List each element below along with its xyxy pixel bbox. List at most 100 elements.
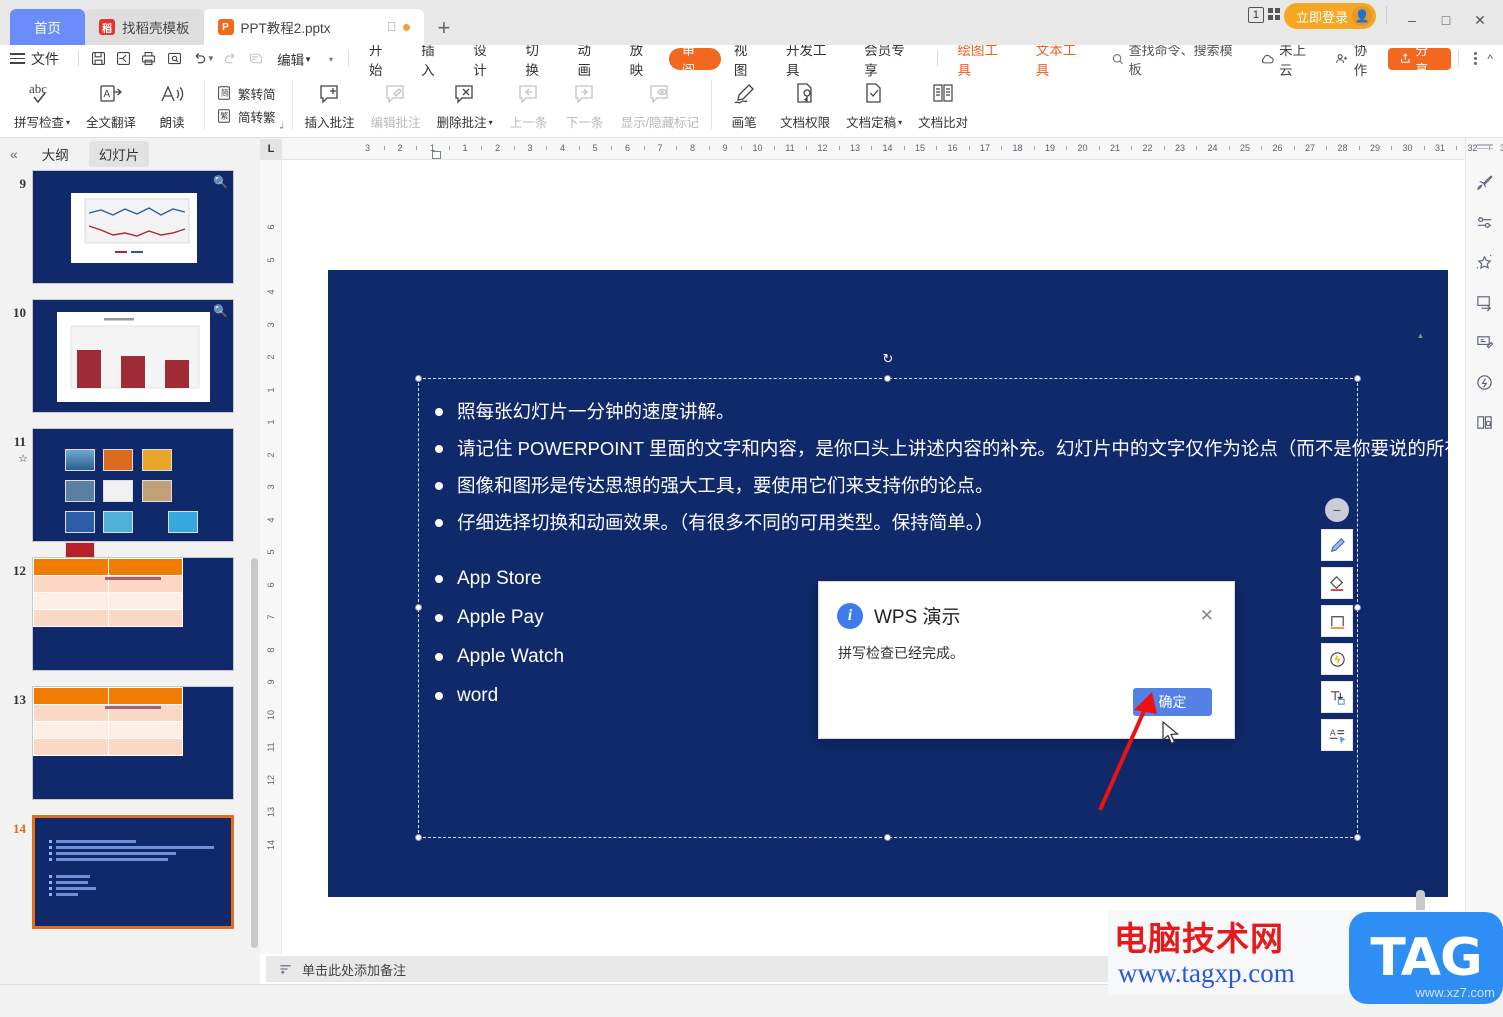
toolbar-delete-comment-button[interactable]: 删除批注 ▾ [429,72,501,137]
zoom-icon[interactable]: 🔍 [213,175,228,189]
vertical-ruler[interactable]: 6 5 4 3 2 1 1 2 3 4 5 6 7 8 9 10 11 12 13 14 [260,160,282,1017]
duplicate-screen-icon[interactable] [1472,289,1498,315]
tab-docer-template[interactable]: 稻 找稻壳模板 [85,9,204,45]
tab-home[interactable]: 首页 [10,9,85,45]
tab-animation[interactable]: 动画 [565,43,617,78]
thumbnail-slide-9[interactable]: 🔍 — [32,170,234,284]
redo-icon[interactable] [218,48,243,70]
thumbnail-list[interactable]: 9 🔍 — 10 🔍 11 ☆ 12 13 14 [0,170,260,975]
toolbar-doc-compare-button[interactable]: 文档比对 [910,72,976,137]
spellcheck-dialog[interactable]: i WPS 演示 ✕ 拼写检查已经完成。 确定 [818,581,1235,739]
pen-icon[interactable] [1322,530,1352,560]
search-command-box[interactable]: 查找命令、搜索模板 [1101,40,1252,78]
thumbnail-slide-13[interactable] [32,686,234,800]
toolbar-spellcheck-button[interactable]: abc 拼写检查 ▾ [6,72,78,137]
lightbulb-icon[interactable] [1472,369,1498,395]
tab-start[interactable]: 开始 [356,43,408,78]
scroll-down-arrow[interactable]: ▼ [1416,940,1425,951]
save-as-icon[interactable] [111,48,136,70]
shape-outline-icon[interactable] [1322,606,1352,636]
tab-member[interactable]: 会员专享 [851,43,929,78]
toolbar-next-comment-button[interactable]: 下一条 [557,72,613,137]
tab-transition[interactable]: 切换 [512,43,564,78]
tab-drawing-tools[interactable]: 绘图工具 [945,43,1023,78]
resize-handle-nw[interactable] [415,375,422,382]
fill-color-icon[interactable] [1322,568,1352,598]
resize-handle-s[interactable] [884,834,891,841]
toolbar-show-hide-markup-button[interactable]: 显示/隐藏标记 [613,72,707,137]
toolbar-doc-permission-button[interactable]: 文档权限 [772,72,838,137]
minimize-button[interactable]: – [1397,7,1427,33]
toolbar-trad-to-simp-button[interactable]: 简 繁转简 [215,84,276,103]
dialog-ok-button[interactable]: 确定 [1133,688,1212,716]
toolbar-edit-comment-button[interactable]: 编辑批注 [363,72,429,137]
new-tab-button[interactable]: + [424,15,465,45]
tab-stop-selector[interactable]: L [260,138,282,159]
toolbar-translate-button[interactable]: A 全文翻译 [78,72,144,137]
tab-design[interactable]: 设计 [460,43,512,78]
edit-mode-menu[interactable]: 编辑 ▼ [268,45,321,72]
toolbar-simp-to-trad-button[interactable]: 繁 简转繁 [215,107,276,126]
collapse-pane-icon[interactable]: « [6,146,22,162]
toolbar-brush-button[interactable]: 画笔 [716,72,772,137]
tab-view[interactable]: 视图 [721,43,773,78]
undo-dropdown-caret[interactable]: ▼ [207,54,215,63]
print-icon[interactable] [136,48,161,70]
toolbar-doc-finalize-button[interactable]: 文档定稿 ▾ [838,72,910,137]
thumbnail-item[interactable]: 12 [0,557,260,671]
tab-text-tools[interactable]: 文本工具 [1023,43,1101,78]
pane-tab-outline[interactable]: 大纲 [32,141,79,167]
thumbnail-item[interactable]: 14 [0,815,260,929]
more-options-icon[interactable] [1466,52,1485,65]
rail-grip-icon[interactable] [1476,144,1493,151]
text-select-icon[interactable]: A [1322,720,1352,750]
smart-idea-icon[interactable] [1322,644,1352,674]
thumbnail-item[interactable]: 13 [0,686,260,800]
maximize-button[interactable]: □ [1431,7,1461,33]
collapse-ribbon-icon[interactable]: ^ [1485,52,1503,66]
collapse-minus-icon[interactable]: − [1325,498,1349,522]
resize-handle-w[interactable] [415,604,422,611]
toolbar-read-aloud-button[interactable]: 朗读 [144,72,200,137]
resize-handle-sw[interactable] [415,834,422,841]
toolbar-previous-comment-button[interactable]: 上一条 [501,72,557,137]
tab-insert[interactable]: 插入 [408,43,460,78]
zoom-icon[interactable]: 🔍 [213,304,228,318]
login-button[interactable]: 立即登录 👤 [1283,3,1376,29]
toolbar-expand-caret[interactable]: ▾ [321,55,341,64]
menu-hamburger-icon[interactable] [10,53,25,64]
horizontal-ruler[interactable]: L 3 2 1 1 2 3 4 5 6 7 8 9 10 11 12 13 14 15 16 17 18 19 20 21 22… [260,138,1503,160]
present-monitor-icon[interactable]: ⎕ [388,19,396,35]
scroll-up-arrow[interactable]: ▲ [1416,330,1425,341]
indent-marker[interactable] [432,151,441,159]
resize-handle-ne[interactable] [1354,375,1361,382]
resize-handle-e[interactable] [1354,604,1361,611]
resize-handle-se[interactable] [1354,834,1361,841]
toolbar-insert-comment-button[interactable]: 插入批注 [297,72,363,137]
book-search-icon[interactable] [1472,409,1498,435]
thumbnail-slide-11[interactable] [32,428,234,564]
file-menu[interactable]: 文件 [31,45,71,72]
tab-slideshow[interactable]: 放映 [617,43,669,78]
sliders-icon[interactable] [1472,209,1498,235]
save-icon[interactable] [86,48,111,70]
feather-pen-icon[interactable] [1472,329,1498,355]
close-button[interactable]: ✕ [1465,7,1495,33]
tab-review[interactable]: 审阅 [668,43,721,78]
thumbnail-item[interactable]: 11 ☆ [0,428,260,564]
magic-star-icon[interactable] [1472,249,1498,275]
dialog-launcher-icon[interactable]: ┙ [280,123,285,134]
slide-vertical-scrollbar[interactable]: ▲ ▼ [1416,330,1425,1017]
thumbnail-item[interactable]: 9 🔍 — [0,170,260,284]
text-box-icon[interactable] [1322,682,1352,712]
notes-input[interactable]: 单击此处添加备注 [266,956,1459,982]
thumbnail-scrollbar[interactable] [251,558,258,948]
slide-canvas[interactable]: ↻ 照每张幻灯片一分钟的速度讲解。 请记住 POWERPOINT 里面的文字和内… [282,160,1465,1017]
thumbnail-slide-10[interactable]: 🔍 [32,299,234,413]
grid-view-icon[interactable] [1267,8,1280,20]
print-preview-icon[interactable] [161,48,186,70]
thumbnail-slide-12[interactable] [32,557,234,671]
pane-tab-slides[interactable]: 幻灯片 [88,141,150,167]
tab-presentation-file[interactable]: P PPT教程2.pptx ⎕ [203,9,424,45]
tab-developer[interactable]: 开发工具 [773,43,851,78]
